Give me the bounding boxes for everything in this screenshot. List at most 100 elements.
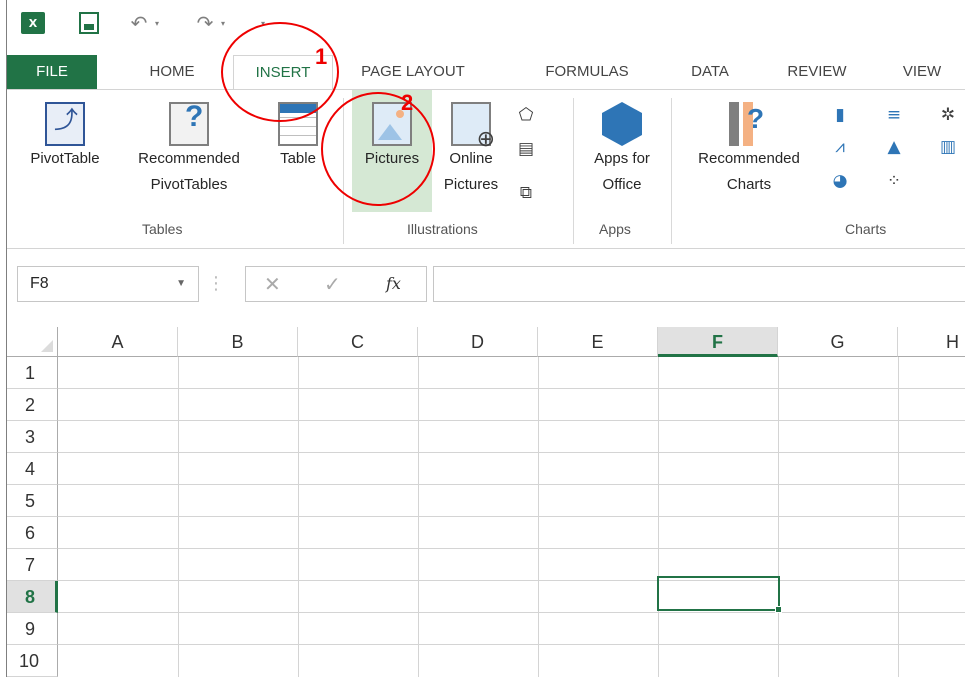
combo-chart-icon[interactable]: ▥	[937, 136, 959, 158]
formula-bar-resize-handle[interactable]: ⋮	[207, 266, 225, 302]
online-pictures-label-1: Online	[449, 150, 493, 167]
column-chart-icon[interactable]: ▮	[829, 104, 851, 126]
column-header-a[interactable]: A	[58, 327, 178, 357]
annotation-number-2: 2	[401, 90, 414, 115]
redo-dropdown-icon[interactable]: ▾	[221, 12, 225, 34]
insert-function-icon[interactable]: fx	[386, 267, 401, 301]
gridline	[778, 357, 779, 677]
gridline	[898, 357, 899, 677]
worksheet-grid[interactable]: A B C D E F G H 1 2 3 4 5 6 7 8 9 10	[7, 327, 965, 677]
apps-for-office-button[interactable]: Apps for Office	[579, 94, 665, 198]
smartart-icon[interactable]: ▤	[515, 138, 537, 160]
area-chart-icon[interactable]: ▲	[883, 136, 905, 158]
recommended-charts-label-2: Charts	[726, 176, 772, 193]
tab-view[interactable]: VIEW	[887, 55, 957, 89]
enter-icon[interactable]: ✓	[324, 267, 341, 301]
row-header-5[interactable]: 5	[7, 485, 58, 517]
group-separator	[573, 98, 574, 244]
group-label-apps: Apps	[599, 221, 631, 237]
recommended-pivottables-button[interactable]: Recommended PivotTables	[119, 94, 259, 198]
recommended-pivottables-label-1: Recommended	[138, 150, 240, 167]
group-label-charts: Charts	[845, 221, 887, 237]
fill-handle[interactable]	[775, 606, 782, 613]
recommended-charts-button[interactable]: Recommended Charts	[679, 94, 819, 198]
column-header-g[interactable]: G	[778, 327, 898, 357]
shapes-icon[interactable]: ⬠	[515, 104, 537, 126]
ribbon-insert: PivotTable Recommended PivotTables Table…	[7, 89, 965, 249]
ribbon-tabs: FILE HOME INSERT PAGE LAYOUT FORMULAS DA…	[7, 55, 965, 90]
gridline	[58, 484, 965, 485]
row-header-8[interactable]: 8	[7, 581, 58, 613]
name-box-dropdown-icon[interactable]: ▼	[176, 267, 186, 301]
gridline	[538, 357, 539, 677]
excel-logo-icon[interactable]: X	[21, 12, 45, 34]
column-header-b[interactable]: B	[178, 327, 298, 357]
annotation-circle-pictures	[321, 92, 435, 206]
row-header-10[interactable]: 10	[7, 645, 58, 677]
gridline	[58, 548, 965, 549]
pivottable-label: PivotTable	[30, 150, 100, 167]
tab-data[interactable]: DATA	[675, 55, 745, 89]
online-pictures-icon	[451, 102, 495, 152]
radar-chart-icon[interactable]: ✲	[937, 104, 959, 126]
apps-for-office-label-1: Apps for	[594, 150, 650, 167]
pivottable-button[interactable]: PivotTable	[17, 94, 113, 172]
gridline	[418, 357, 419, 677]
row-header-4[interactable]: 4	[7, 453, 58, 485]
active-cell-f8[interactable]	[657, 576, 780, 611]
name-box[interactable]: F8 ▼	[17, 266, 199, 302]
gridline	[658, 357, 659, 677]
annotation-circle-insert	[221, 22, 339, 122]
gridline	[178, 357, 179, 677]
row-header-1[interactable]: 1	[7, 357, 58, 389]
tab-home[interactable]: HOME	[127, 55, 217, 89]
group-label-illustrations: Illustrations	[407, 221, 478, 237]
line-chart-icon[interactable]: ⩘	[829, 136, 851, 158]
apps-for-office-icon	[602, 102, 642, 146]
pivottable-icon	[45, 102, 85, 146]
cancel-icon[interactable]: ✕	[264, 267, 281, 301]
column-header-d[interactable]: D	[418, 327, 538, 357]
row-header-7[interactable]: 7	[7, 549, 58, 581]
group-label-tables: Tables	[142, 221, 183, 237]
quick-access-toolbar: X ↶ ▾ ↷ ▾ ▾	[7, 0, 965, 48]
table-label: Table	[280, 150, 316, 167]
gridline	[58, 452, 965, 453]
recommended-charts-label-1: Recommended	[698, 150, 800, 167]
online-pictures-label-2: Pictures	[443, 176, 499, 193]
apps-for-office-label-2: Office	[602, 176, 642, 193]
undo-dropdown-icon[interactable]: ▾	[155, 12, 159, 34]
recommended-pivottables-label-2: PivotTables	[150, 176, 228, 193]
bar-chart-icon[interactable]: ≡	[883, 104, 905, 126]
gridline	[58, 612, 965, 613]
column-header-e[interactable]: E	[538, 327, 658, 357]
gridline	[58, 516, 965, 517]
formula-buttons: ✕ ✓ fx	[245, 266, 427, 302]
tab-review[interactable]: REVIEW	[777, 55, 857, 89]
annotation-number-1: 1	[315, 44, 328, 69]
recommended-pivottables-icon	[169, 102, 209, 146]
excel-window: X ↶ ▾ ↷ ▾ ▾ FILE HOME INSERT PAGE LAYOUT…	[6, 0, 965, 677]
row-header-9[interactable]: 9	[7, 613, 58, 645]
screenshot-icon[interactable]: ⧉	[515, 182, 537, 204]
online-pictures-button[interactable]: Online Pictures	[435, 94, 507, 198]
save-icon[interactable]	[79, 12, 99, 34]
redo-icon[interactable]: ↷	[193, 11, 217, 35]
undo-icon[interactable]: ↶	[127, 11, 151, 35]
tab-formulas[interactable]: FORMULAS	[527, 55, 647, 89]
column-header-c[interactable]: C	[298, 327, 418, 357]
tab-page-layout[interactable]: PAGE LAYOUT	[343, 55, 483, 89]
group-separator	[671, 98, 672, 244]
scatter-chart-icon[interactable]: ⁘	[883, 170, 905, 192]
tab-file[interactable]: FILE	[7, 55, 97, 89]
column-header-f[interactable]: F	[658, 327, 778, 357]
gridline	[58, 388, 965, 389]
pie-chart-icon[interactable]: ◕	[829, 170, 851, 192]
column-header-h[interactable]: H	[898, 327, 965, 357]
row-header-3[interactable]: 3	[7, 421, 58, 453]
row-header-6[interactable]: 6	[7, 517, 58, 549]
formula-input[interactable]	[433, 266, 965, 302]
row-header-2[interactable]: 2	[7, 389, 58, 421]
select-all-button[interactable]	[7, 327, 58, 357]
gridline	[58, 580, 965, 581]
